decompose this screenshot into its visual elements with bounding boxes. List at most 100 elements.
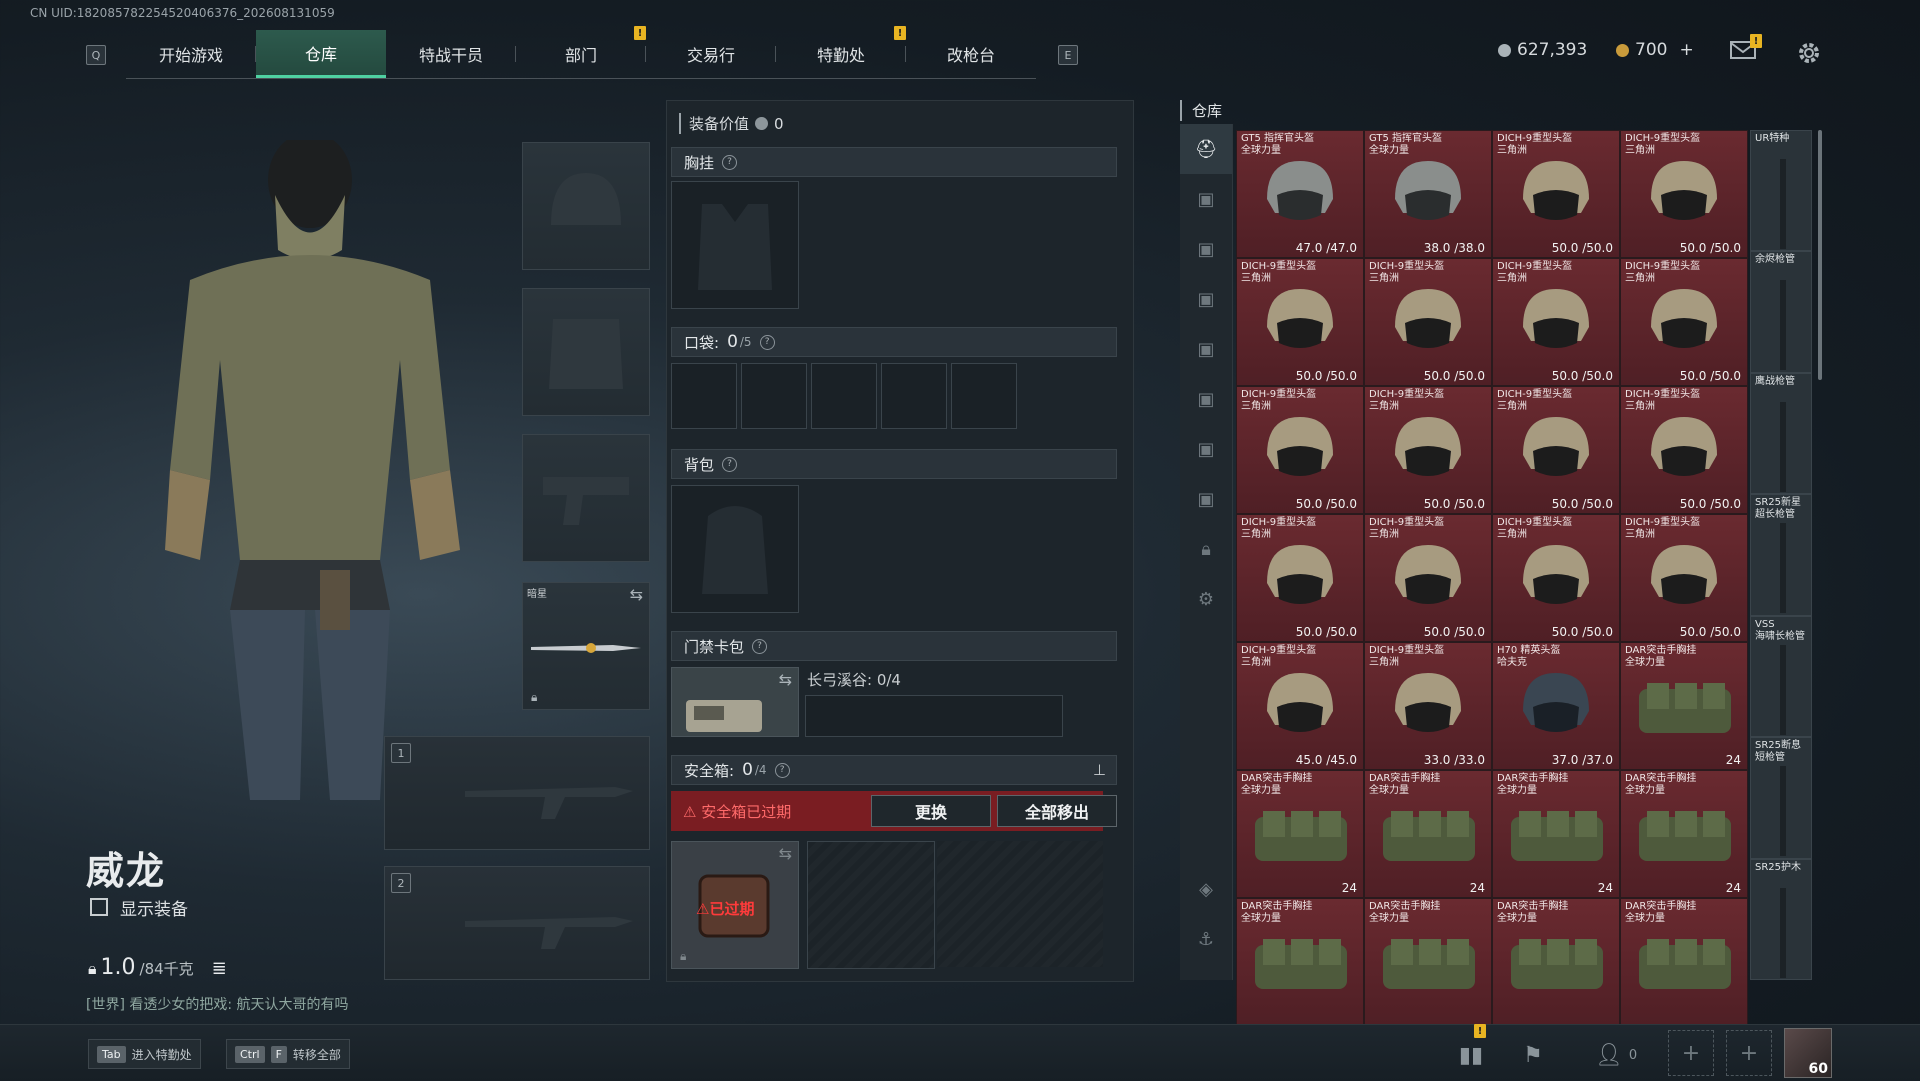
helmet-icon[interactable]: ⛑ — [1180, 124, 1232, 174]
tab-special-ops[interactable]: 特勤处! — [776, 26, 906, 78]
show-equipment-checkbox[interactable] — [90, 898, 108, 916]
stats-icon[interactable]: ▮▮ ! — [1452, 1024, 1490, 1074]
warehouse-item[interactable]: DAR突击手胸挂 全球力量 — [1620, 898, 1748, 1026]
pocket-slot[interactable] — [671, 363, 737, 429]
warehouse-attachment-item[interactable]: 余烬枪管 — [1750, 251, 1812, 373]
melee-slot[interactable]: 暗星 ⇆ 🔒︎ — [522, 582, 650, 710]
warehouse-item[interactable]: DICH-9重型头盔 三角洲 50.0 /50.0 — [1364, 258, 1492, 386]
remove-all-button[interactable]: 全部移出 — [997, 795, 1117, 827]
warehouse-attachment-item[interactable]: UR特种 — [1750, 130, 1812, 252]
warehouse-item[interactable]: DICH-9重型头盔 三角洲 50.0 /50.0 — [1236, 514, 1364, 642]
safebox-grid[interactable] — [807, 841, 935, 969]
tab-trade[interactable]: 交易行 — [646, 30, 776, 78]
tab-gunsmith[interactable]: 改枪台 — [906, 30, 1036, 78]
help-icon[interactable]: ? — [752, 638, 768, 654]
warehouse-item[interactable]: DAR突击手胸挂 全球力量 24 — [1620, 770, 1748, 898]
storage-tab-icon[interactable]: ▣ — [1180, 174, 1232, 224]
warehouse-item[interactable]: DAR突击手胸挂 全球力量 24 — [1492, 770, 1620, 898]
warehouse-scrollbar[interactable] — [1818, 130, 1822, 380]
gear-icon[interactable]: ⚙ — [1180, 574, 1232, 624]
warehouse-item[interactable]: DICH-9重型头盔 三角洲 50.0 /50.0 — [1236, 258, 1364, 386]
pin-icon[interactable]: ⊥ — [1093, 761, 1106, 779]
plus-icon[interactable]: + — [1726, 1030, 1772, 1076]
swap-icon[interactable]: ⇆ — [779, 844, 792, 863]
layers-icon[interactable]: ◈ — [1180, 864, 1232, 914]
warehouse-item[interactable]: DAR突击手胸挂 全球力量 24 — [1620, 642, 1748, 770]
nav-next-key[interactable]: E — [1058, 45, 1078, 65]
warehouse-item[interactable]: DAR突击手胸挂 全球力量 — [1236, 898, 1364, 1026]
keycard-slots[interactable] — [805, 695, 1063, 737]
flag-icon[interactable]: ⚑ — [1514, 1036, 1552, 1074]
add-currency-button[interactable]: + — [1679, 40, 1693, 60]
warehouse-item[interactable]: DICH-9重型头盔 三角洲 45.0 /45.0 — [1236, 642, 1364, 770]
warehouse-item[interactable]: DICH-9重型头盔 三角洲 50.0 /50.0 — [1620, 130, 1748, 258]
storage-tab-icon[interactable]: ▣ — [1180, 274, 1232, 324]
warehouse-attachment-item[interactable]: SR25新星 超长枪管 — [1750, 494, 1812, 616]
help-icon[interactable]: ? — [722, 456, 738, 472]
warehouse-item[interactable]: GT5 指挥官头盔 全球力量 38.0 /38.0 — [1364, 130, 1492, 258]
tab-department[interactable]: 部门! — [516, 26, 646, 78]
warehouse-item[interactable]: DICH-9重型头盔 三角洲 50.0 /50.0 — [1620, 258, 1748, 386]
mail-icon[interactable]: ! — [1730, 34, 1762, 60]
pocket-slot[interactable] — [881, 363, 947, 429]
warehouse-item[interactable]: DAR突击手胸挂 全球力量 — [1364, 898, 1492, 1026]
list-icon[interactable]: ≣ — [212, 958, 227, 979]
pocket-slot[interactable] — [811, 363, 877, 429]
warehouse-item[interactable]: DICH-9重型头盔 三角洲 50.0 /50.0 — [1236, 386, 1364, 514]
tab-warehouse[interactable]: 仓库 — [256, 30, 386, 78]
primary-weapon-slot[interactable]: 1 — [384, 736, 650, 850]
storage-tab-icon[interactable]: ▣ — [1180, 374, 1232, 424]
warehouse-item[interactable]: DICH-9重型头盔 三角洲 50.0 /50.0 — [1620, 514, 1748, 642]
world-chat[interactable]: [世界] 看透少女的把戏: 航天认大哥的有吗 — [86, 994, 349, 1014]
keycard-case-slot[interactable]: ⇆ — [671, 667, 799, 737]
warehouse-item[interactable]: DICH-9重型头盔 三角洲 50.0 /50.0 — [1492, 130, 1620, 258]
warehouse-item[interactable]: DAR突击手胸挂 全球力量 24 — [1364, 770, 1492, 898]
avatar[interactable]: 60 — [1784, 1028, 1832, 1078]
warehouse-item[interactable]: DICH-9重型头盔 三角洲 50.0 /50.0 — [1364, 514, 1492, 642]
pistol-slot[interactable] — [522, 434, 650, 562]
storage-tab-icon[interactable]: ▣ — [1180, 324, 1232, 374]
warehouse-item[interactable]: DICH-9重型头盔 三角洲 50.0 /50.0 — [1492, 386, 1620, 514]
swap-icon[interactable]: ⇆ — [630, 585, 643, 604]
hint-special-ops[interactable]: Tab 进入特勤处 — [88, 1039, 201, 1069]
storage-tab-icon[interactable]: ▣ — [1180, 474, 1232, 524]
pocket-slot[interactable] — [951, 363, 1017, 429]
secondary-weapon-slot[interactable]: 2 — [384, 866, 650, 980]
warehouse-item[interactable]: DICH-9重型头盔 三角洲 50.0 /50.0 — [1492, 514, 1620, 642]
backpack-slot[interactable] — [671, 485, 799, 613]
warehouse-item[interactable]: GT5 指挥官头盔 全球力量 47.0 /47.0 — [1236, 130, 1364, 258]
warehouse-item[interactable]: DICH-9重型头盔 三角洲 50.0 /50.0 — [1364, 386, 1492, 514]
nav-prev-key[interactable]: Q — [86, 45, 106, 65]
tab-operators[interactable]: 特战干员 — [386, 30, 516, 78]
warehouse-attachment-item[interactable]: SR25断息 短枪管 — [1750, 737, 1812, 859]
warehouse-item[interactable]: DAR突击手胸挂 全球力量 — [1492, 898, 1620, 1026]
hint-transfer-all[interactable]: Ctrl F 转移全部 — [226, 1039, 350, 1069]
warehouse-item[interactable]: DICH-9重型头盔 三角洲 33.0 /33.0 — [1364, 642, 1492, 770]
help-icon[interactable]: ? — [774, 762, 790, 778]
warehouse-item[interactable]: DICH-9重型头盔 三角洲 50.0 /50.0 — [1492, 258, 1620, 386]
swap-icon[interactable]: ⇆ — [779, 670, 792, 689]
pocket-slot[interactable] — [741, 363, 807, 429]
armor-slot[interactable] — [522, 288, 650, 416]
warehouse-attachment-item[interactable]: 鹰战枪管 — [1750, 372, 1812, 495]
storage-tab-icon[interactable]: ▣ — [1180, 224, 1232, 274]
storage-tab-icon[interactable]: ▣ — [1180, 424, 1232, 474]
replace-button[interactable]: 更换 — [871, 795, 991, 827]
chest-rig-slot[interactable] — [671, 181, 799, 309]
warehouse-item[interactable]: DICH-9重型头盔 三角洲 50.0 /50.0 — [1620, 386, 1748, 514]
tab-start-game[interactable]: 开始游戏 — [126, 30, 256, 78]
warehouse-item[interactable]: DAR突击手胸挂 全球力量 24 — [1236, 770, 1364, 898]
warehouse-item[interactable]: H70 精英头盔 哈夫克 37.0 /37.0 — [1492, 642, 1620, 770]
friends-icon[interactable]: 👤︎ 0 — [1586, 1036, 1646, 1074]
warehouse-attachment-item[interactable]: VSS 海啸长枪管 — [1750, 615, 1812, 738]
plus-icon[interactable]: + — [1668, 1030, 1714, 1076]
item-name: DICH-9重型头盔 三角洲 — [1369, 389, 1445, 412]
safebox-slot[interactable]: ⇆ ⚠已过期 🔒︎ — [671, 841, 799, 969]
help-icon[interactable]: ? — [722, 154, 738, 170]
lock-icon[interactable]: 🔒︎ — [1180, 524, 1232, 574]
gear-icon[interactable] — [1796, 40, 1822, 70]
help-icon[interactable]: ? — [759, 334, 775, 350]
anchor-icon[interactable]: ⚓ — [1180, 914, 1232, 964]
helmet-slot[interactable] — [522, 142, 650, 270]
warehouse-attachment-item[interactable]: SR25护木 — [1750, 858, 1812, 980]
